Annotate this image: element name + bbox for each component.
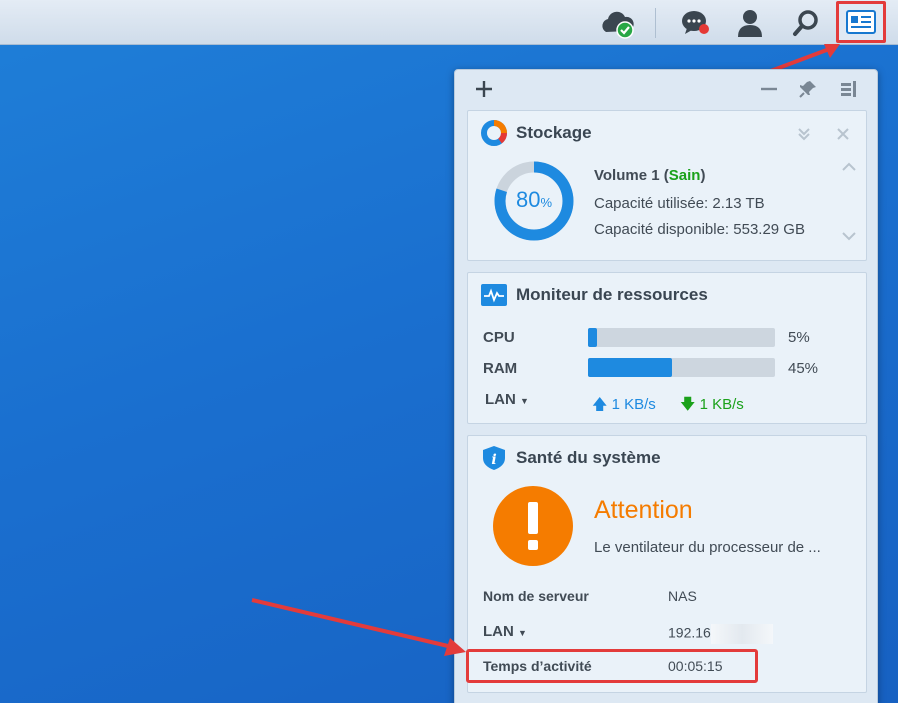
minimize-icon[interactable] bbox=[758, 78, 780, 100]
lan-ip-text: 192.16 bbox=[668, 624, 711, 641]
cpu-bar bbox=[588, 328, 775, 347]
storage-percent: 80% bbox=[492, 187, 576, 213]
used-capacity: Capacité utilisée: 2.13 TB bbox=[594, 195, 765, 212]
user-icon[interactable] bbox=[728, 0, 772, 45]
ram-label: RAM bbox=[483, 360, 518, 377]
lan-dropdown[interactable]: LAN ▼ bbox=[485, 391, 529, 408]
system-health-title: Santé du système bbox=[516, 448, 661, 467]
widget-panel: Stockage 80% Volume 1 (Sain) Capacité ut… bbox=[454, 69, 878, 703]
health-lan-label: LAN bbox=[483, 623, 514, 640]
storage-title: Stockage bbox=[516, 123, 592, 142]
lan-ip-value: 192.16 bbox=[668, 624, 773, 644]
cpu-label: CPU bbox=[483, 329, 515, 346]
add-icon[interactable] bbox=[473, 78, 495, 100]
warning-icon bbox=[493, 486, 573, 566]
lan-label: LAN bbox=[485, 391, 516, 408]
download-rate: 🡇 1 KB/s bbox=[680, 394, 744, 419]
health-status: Attention bbox=[594, 496, 693, 524]
upload-value: 1 KB/s bbox=[611, 396, 656, 413]
ram-bar bbox=[588, 358, 775, 377]
widgets-button[interactable] bbox=[836, 1, 886, 43]
volume-prefix: Volume 1 ( bbox=[594, 167, 669, 184]
chevron-down-icon: ▼ bbox=[520, 396, 529, 406]
volume-status: Sain bbox=[668, 167, 701, 184]
ip-blur-mask bbox=[710, 624, 773, 644]
scroll-up-icon[interactable] bbox=[838, 155, 860, 177]
scroll-down-icon[interactable] bbox=[838, 225, 860, 247]
taskbar bbox=[0, 0, 898, 45]
annotation-arrow-uptime bbox=[251, 598, 466, 656]
widgets-icon bbox=[846, 10, 876, 34]
notifications-icon[interactable] bbox=[674, 0, 718, 45]
health-message: Le ventilateur du processeur de ... bbox=[594, 539, 821, 556]
dock-icon[interactable] bbox=[837, 78, 859, 100]
resource-monitor-widget: Moniteur de ressources CPU 5% RAM 45% LA… bbox=[467, 272, 867, 424]
pin-icon[interactable] bbox=[797, 78, 819, 100]
search-icon[interactable] bbox=[784, 0, 828, 45]
server-name-value: NAS bbox=[668, 588, 697, 604]
download-value: 1 KB/s bbox=[699, 396, 744, 413]
panel-toolbar bbox=[455, 70, 877, 108]
ram-bar-fill bbox=[588, 358, 673, 377]
storage-widget: Stockage 80% Volume 1 (Sain) Capacité ut… bbox=[467, 110, 867, 261]
annotation-highlight-uptime bbox=[466, 649, 758, 683]
server-name-label: Nom de serveur bbox=[483, 588, 589, 604]
cpu-bar-fill bbox=[588, 328, 598, 347]
health-lan-dropdown[interactable]: LAN ▼ bbox=[483, 623, 527, 640]
upload-rate: 🡅 1 KB/s bbox=[592, 394, 656, 419]
monitor-pulse-icon bbox=[480, 281, 508, 309]
ram-value: 45% bbox=[788, 360, 819, 377]
taskbar-separator bbox=[655, 8, 656, 38]
resource-monitor-title: Moniteur de ressources bbox=[516, 285, 708, 304]
cpu-value: 5% bbox=[788, 329, 810, 346]
cloud-sync-icon[interactable] bbox=[596, 0, 640, 45]
available-capacity: Capacité disponible: 553.29 GB bbox=[594, 221, 805, 238]
storage-percent-value: 80 bbox=[515, 187, 541, 212]
close-icon[interactable] bbox=[832, 123, 854, 145]
download-arrow-icon: 🡇 bbox=[680, 396, 696, 413]
storage-pie-icon bbox=[480, 119, 508, 147]
shield-info-icon: i bbox=[480, 444, 508, 472]
storage-percent-unit: % bbox=[540, 195, 553, 210]
collapse-icon[interactable] bbox=[793, 123, 815, 145]
volume-suffix: ) bbox=[700, 167, 706, 184]
svg-text:i: i bbox=[491, 452, 496, 468]
chevron-down-icon: ▼ bbox=[518, 628, 527, 638]
upload-arrow-icon: 🡅 bbox=[592, 396, 608, 413]
volume-name: Volume 1 (Sain) bbox=[594, 167, 705, 184]
